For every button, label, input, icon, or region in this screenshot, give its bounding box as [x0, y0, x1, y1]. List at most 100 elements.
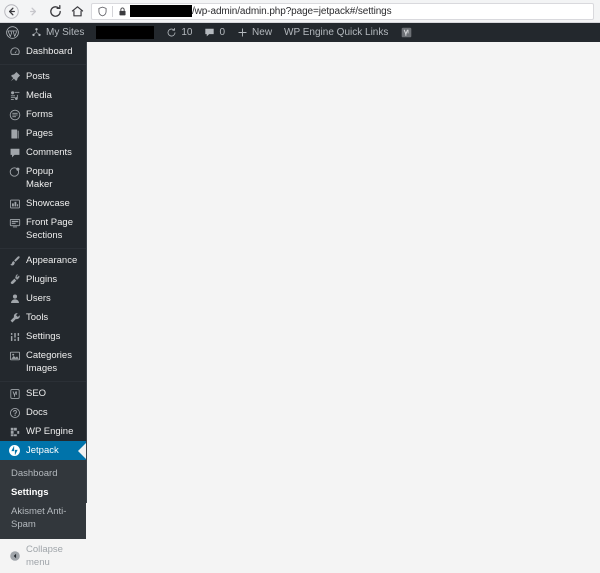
- network-icon: [32, 28, 41, 37]
- collapse-menu-button[interactable]: Collapse menu: [0, 539, 86, 573]
- collapse-menu-label: Collapse menu: [26, 544, 63, 568]
- jetpack-settings-panel: [87, 48, 600, 503]
- sidebar-item-plugins[interactable]: Plugins: [0, 270, 86, 289]
- sidebar-item-showcase[interactable]: Showcase: [0, 194, 86, 213]
- users-icon: [7, 292, 22, 305]
- jetpack-icon: [7, 444, 22, 457]
- pin-icon: [7, 70, 22, 83]
- tools-icon: [7, 311, 22, 324]
- my-sites-label: My Sites: [46, 27, 85, 38]
- yoast-seo-menu[interactable]: [394, 23, 419, 42]
- back-arrow-icon[interactable]: [0, 0, 22, 22]
- collapse-arrow-icon: [7, 550, 22, 563]
- popup-maker-icon: [7, 165, 22, 178]
- question-mark-icon: [7, 406, 22, 419]
- sidebar-item-forms[interactable]: Forms: [0, 105, 86, 124]
- updates-icon: [167, 28, 176, 37]
- site-name-menu[interactable]: [90, 23, 160, 42]
- updates-count: 10: [181, 27, 193, 38]
- forward-arrow-icon: [22, 0, 44, 22]
- redacted-site-name: [96, 26, 155, 39]
- forms-icon: [7, 108, 22, 121]
- sidebar-item-appearance[interactable]: Appearance: [0, 251, 86, 270]
- updates-menu[interactable]: 10: [160, 23, 198, 42]
- lock-icon[interactable]: [115, 4, 130, 19]
- comment-bubble-icon: [205, 28, 215, 37]
- dashboard-icon: [7, 45, 22, 58]
- plus-icon: [238, 28, 247, 37]
- shield-icon[interactable]: [95, 4, 110, 19]
- sidebar-item-seo[interactable]: SEO: [0, 384, 86, 403]
- pages-icon: [7, 127, 22, 140]
- sidebar-item-label: Appearance: [26, 255, 78, 266]
- sidebar-item-jetpack[interactable]: Jetpack: [0, 441, 86, 460]
- sidebar-item-posts[interactable]: Posts: [0, 67, 86, 86]
- sidebar-item-label: Jetpack: [26, 445, 59, 456]
- submenu-item-jetpack-settings[interactable]: Settings: [0, 483, 86, 502]
- sidebar-item-label: Posts: [26, 71, 50, 82]
- url-bar[interactable]: /wp-admin/admin.php?page=jetpack#/settin…: [91, 2, 594, 20]
- front-page-sections-icon: [7, 216, 22, 229]
- sidebar-item-dashboard[interactable]: Dashboard: [0, 42, 86, 61]
- sidebar-item-tools[interactable]: Tools: [0, 308, 86, 327]
- settings-gear-icon: [7, 330, 22, 343]
- comment-bubble-icon: [7, 146, 22, 159]
- sidebar-item-popup-maker[interactable]: Popup Maker: [0, 162, 86, 194]
- wp-logo-menu[interactable]: [0, 23, 25, 42]
- sidebar-item-users[interactable]: Users: [0, 289, 86, 308]
- sidebar-item-media[interactable]: Media: [0, 86, 86, 105]
- url-path-text: /wp-admin/admin.php?page=jetpack#/settin…: [192, 5, 392, 17]
- categories-images-icon: [7, 349, 22, 362]
- sidebar-item-label: Categories Images: [26, 350, 72, 374]
- yoast-seo-icon: [7, 387, 22, 400]
- paintbrush-icon: [7, 254, 22, 267]
- admin-sidebar: Dashboard Posts Media Forms Pages Commen…: [0, 42, 86, 568]
- sidebar-item-label: Settings: [26, 331, 61, 342]
- sidebar-item-label: Tools: [26, 312, 49, 323]
- submenu-item-akismet-anti-spam[interactable]: Akismet Anti-Spam: [0, 502, 86, 534]
- sidebar-item-comments[interactable]: Comments: [0, 143, 86, 162]
- comments-menu[interactable]: 0: [198, 23, 231, 42]
- browser-toolbar: /wp-admin/admin.php?page=jetpack#/settin…: [0, 0, 600, 23]
- sidebar-item-label: Forms: [26, 109, 53, 120]
- sidebar-item-categories-images[interactable]: Categories Images: [0, 346, 86, 378]
- wordpress-logo-icon: [6, 26, 19, 39]
- submenu-item-jetpack-dashboard[interactable]: Dashboard: [0, 464, 86, 483]
- wp-engine-quick-links-menu[interactable]: WP Engine Quick Links: [278, 23, 394, 42]
- sidebar-item-label: Dashboard: [26, 46, 73, 57]
- sidebar-item-label: WP Engine: [26, 426, 74, 437]
- sidebar-item-front-page-sections[interactable]: Front Page Sections: [0, 213, 86, 245]
- new-label: New: [252, 27, 273, 38]
- sidebar-item-label: Plugins: [26, 274, 58, 285]
- redacted-domain: [130, 5, 192, 17]
- wp-engine-quick-links-label: WP Engine Quick Links: [284, 27, 389, 38]
- sidebar-item-docs[interactable]: Docs: [0, 403, 86, 422]
- wp-admin-bar: My Sites 10 0 New WP Engine Quick Links: [0, 23, 600, 42]
- sidebar-item-settings[interactable]: Settings: [0, 327, 86, 346]
- sidebar-item-wp-engine[interactable]: WP Engine: [0, 422, 86, 441]
- main-content-area: [86, 42, 600, 503]
- wp-engine-icon: [7, 425, 22, 438]
- sidebar-item-pages[interactable]: Pages: [0, 124, 86, 143]
- showcase-icon: [7, 197, 22, 210]
- media-icon: [7, 89, 22, 102]
- sidebar-item-label: Media: [26, 90, 52, 101]
- sidebar-item-label: SEO: [26, 388, 47, 399]
- jetpack-submenu: Dashboard Settings Akismet Anti-Spam: [0, 460, 86, 539]
- comments-count: 0: [219, 27, 226, 38]
- url-divider: [112, 5, 113, 17]
- sidebar-item-label: Docs: [26, 407, 48, 418]
- my-sites-menu[interactable]: My Sites: [25, 23, 90, 42]
- new-content-menu[interactable]: New: [231, 23, 278, 42]
- sidebar-item-label: Pages: [26, 128, 53, 139]
- plugins-icon: [7, 273, 22, 286]
- reload-icon[interactable]: [44, 0, 66, 22]
- admin-menu-list: Dashboard Posts Media Forms Pages Commen…: [0, 42, 86, 573]
- sidebar-item-label: Users: [26, 293, 51, 304]
- home-icon[interactable]: [66, 0, 88, 22]
- sidebar-item-label: Front Page Sections: [26, 217, 73, 241]
- sidebar-item-label: Showcase: [26, 198, 70, 209]
- sidebar-item-label: Comments: [26, 147, 72, 158]
- sidebar-item-label: Popup Maker: [26, 166, 54, 190]
- yoast-seo-icon: [402, 27, 412, 38]
